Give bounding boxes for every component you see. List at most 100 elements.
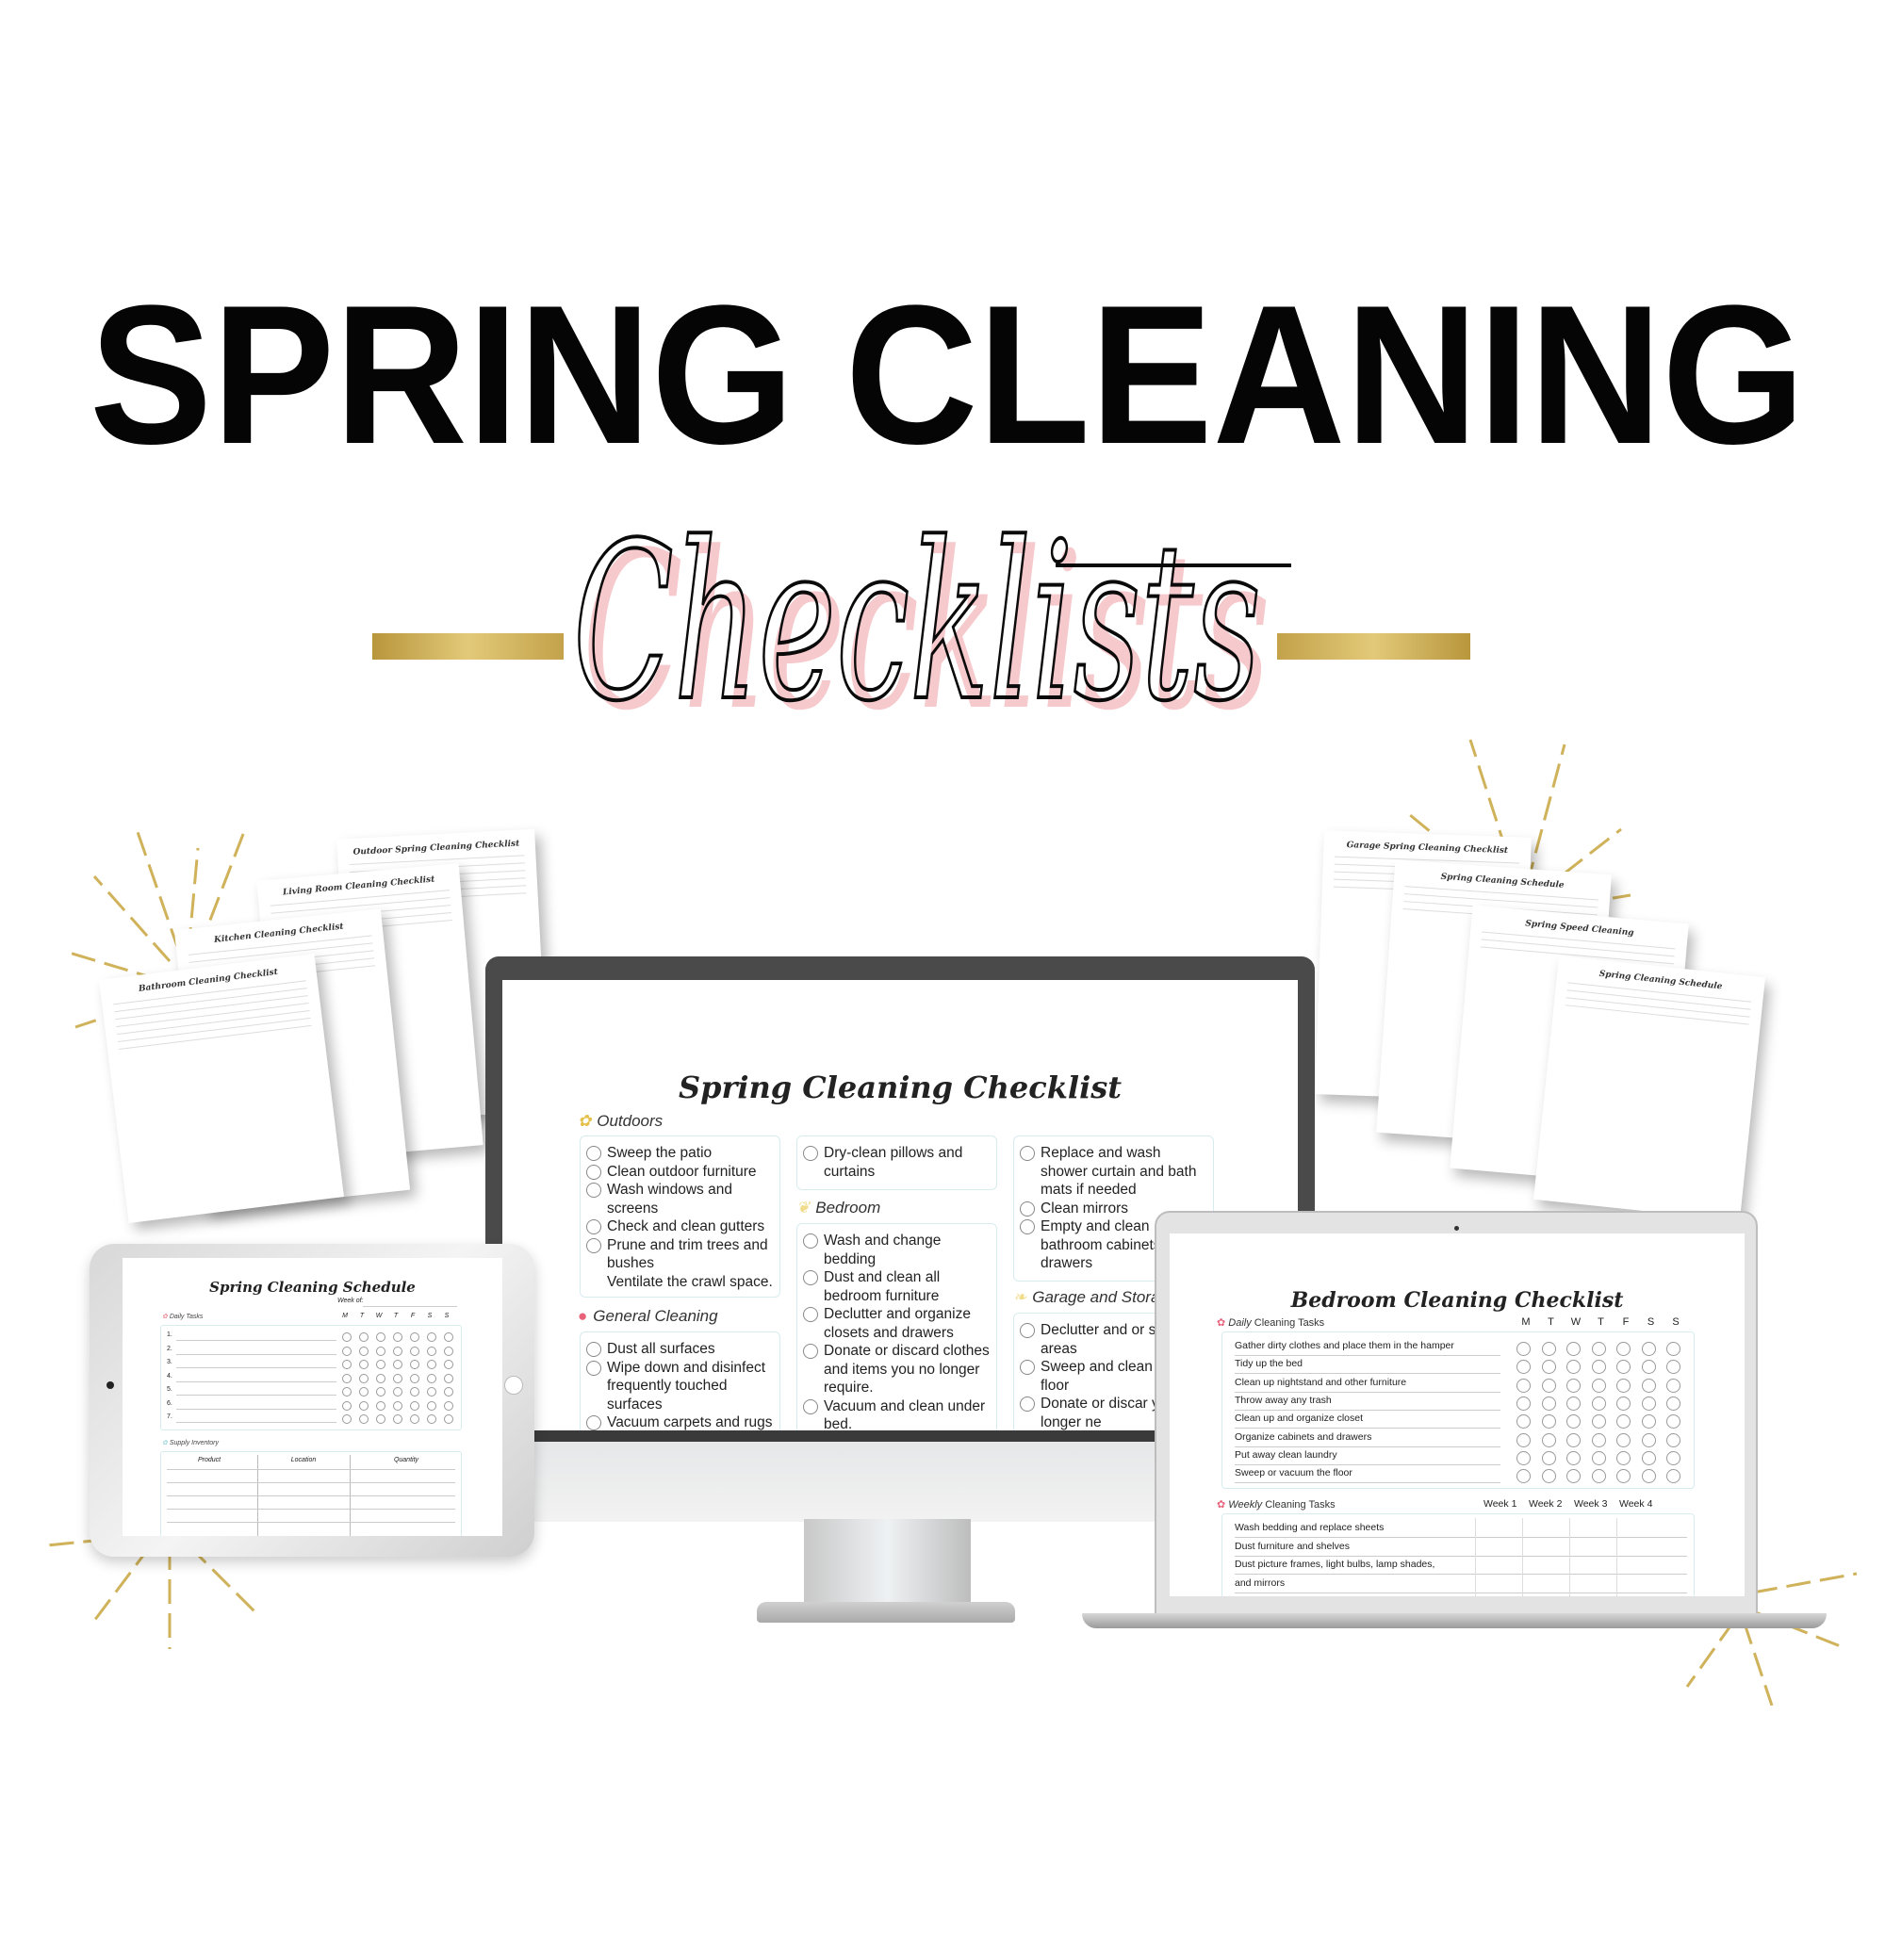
day-checkbox[interactable] — [342, 1400, 352, 1411]
task-line[interactable] — [176, 1380, 336, 1382]
week-column[interactable] — [1475, 1518, 1522, 1596]
day-checkbox[interactable] — [1666, 1360, 1680, 1375]
day-checkbox[interactable] — [1516, 1360, 1531, 1375]
day-checkbox[interactable] — [410, 1400, 419, 1411]
day-checkbox[interactable] — [444, 1332, 453, 1342]
day-checkbox[interactable] — [1641, 1432, 1656, 1447]
day-checkbox[interactable] — [359, 1360, 369, 1369]
day-checkbox[interactable] — [359, 1387, 369, 1396]
day-checkbox[interactable] — [1566, 1360, 1581, 1375]
checklist-item[interactable]: Clean outdoor furniture — [586, 1163, 774, 1182]
day-checkbox[interactable] — [1666, 1342, 1680, 1356]
checkbox-circle-icon[interactable] — [1020, 1146, 1035, 1161]
day-checkbox[interactable] — [393, 1414, 402, 1424]
day-checkbox[interactable] — [1641, 1342, 1656, 1356]
day-checkbox[interactable] — [444, 1387, 453, 1396]
day-checkbox[interactable] — [1591, 1432, 1606, 1447]
day-checkbox[interactable] — [1616, 1342, 1631, 1356]
day-checkbox[interactable] — [427, 1360, 436, 1369]
checkbox-circle-icon[interactable] — [1020, 1200, 1035, 1217]
table-row[interactable] — [167, 1469, 455, 1470]
day-checkbox[interactable] — [1616, 1432, 1631, 1447]
day-checkbox[interactable] — [342, 1346, 352, 1356]
checkbox-circle-icon[interactable] — [1020, 1323, 1035, 1338]
checkbox-circle-icon[interactable] — [586, 1219, 601, 1234]
day-checkbox[interactable] — [1516, 1469, 1531, 1484]
checkbox-circle-icon[interactable] — [1020, 1360, 1035, 1375]
checkbox-circle-icon[interactable] — [586, 1164, 601, 1180]
checkbox-circle-icon[interactable] — [586, 1342, 601, 1357]
day-checkbox[interactable] — [1516, 1396, 1531, 1411]
week-column[interactable] — [1522, 1518, 1569, 1596]
day-checkbox[interactable] — [410, 1414, 419, 1424]
day-checkbox[interactable] — [1641, 1469, 1656, 1484]
checklist-item[interactable]: Vacuum and clean under bed. — [803, 1397, 991, 1430]
day-checkbox[interactable] — [376, 1360, 385, 1369]
checklist-item[interactable]: Prune and trim trees and bushes — [586, 1236, 774, 1273]
day-checkbox[interactable] — [1616, 1414, 1631, 1429]
table-row[interactable] — [167, 1509, 455, 1510]
day-checkbox[interactable] — [1566, 1378, 1581, 1393]
checkbox-circle-icon[interactable] — [586, 1183, 601, 1198]
day-checkbox[interactable] — [359, 1414, 369, 1424]
day-checkbox[interactable] — [1666, 1450, 1680, 1465]
day-checkbox[interactable] — [427, 1414, 436, 1424]
day-checkbox[interactable] — [1641, 1378, 1656, 1393]
day-checkbox[interactable] — [410, 1387, 419, 1396]
day-checkbox[interactable] — [1666, 1414, 1680, 1429]
table-row[interactable] — [167, 1482, 455, 1483]
checkbox-circle-icon[interactable] — [586, 1360, 601, 1376]
checkbox-circle-icon[interactable] — [586, 1415, 601, 1430]
day-checkbox[interactable] — [376, 1346, 385, 1356]
day-checkbox[interactable] — [1516, 1432, 1531, 1447]
day-checkbox[interactable] — [1641, 1360, 1656, 1375]
day-checkbox[interactable] — [393, 1332, 402, 1342]
day-checkbox[interactable] — [410, 1346, 419, 1356]
day-checkbox[interactable] — [393, 1400, 402, 1411]
task-line[interactable] — [176, 1340, 336, 1341]
checkbox-circle-icon[interactable] — [1020, 1396, 1035, 1412]
day-checkbox[interactable] — [1666, 1469, 1680, 1484]
day-checkbox[interactable] — [359, 1332, 369, 1342]
day-checkbox[interactable] — [1541, 1378, 1556, 1393]
week-column[interactable] — [1616, 1518, 1664, 1596]
checklist-item[interactable]: Wash and change bedding — [803, 1232, 991, 1268]
task-line[interactable] — [176, 1353, 336, 1355]
checkbox-circle-icon[interactable] — [1020, 1219, 1035, 1234]
day-checkbox[interactable] — [1541, 1360, 1556, 1375]
day-checkbox[interactable] — [1516, 1414, 1531, 1429]
day-checkbox[interactable] — [1616, 1360, 1631, 1375]
day-checkbox[interactable] — [342, 1387, 352, 1396]
day-checkbox[interactable] — [427, 1400, 436, 1411]
day-checkbox[interactable] — [393, 1373, 402, 1383]
checklist-item[interactable]: Wash windows and screens — [586, 1181, 774, 1217]
day-checkbox[interactable] — [342, 1332, 352, 1342]
day-checkbox[interactable] — [1666, 1432, 1680, 1447]
day-checkbox[interactable] — [1566, 1432, 1581, 1447]
checklist-item[interactable]: Sweep the patio — [586, 1144, 774, 1163]
checkbox-circle-icon[interactable] — [586, 1146, 601, 1161]
table-row[interactable] — [167, 1522, 455, 1523]
day-checkbox[interactable] — [1616, 1450, 1631, 1465]
day-checkbox[interactable] — [342, 1360, 352, 1369]
day-checkbox[interactable] — [342, 1414, 352, 1424]
day-checkbox[interactable] — [376, 1414, 385, 1424]
day-checkbox[interactable] — [1591, 1469, 1606, 1484]
checklist-item[interactable]: Donate or discard clothes and items you … — [803, 1342, 991, 1397]
day-checkbox[interactable] — [427, 1332, 436, 1342]
day-checkbox[interactable] — [1541, 1396, 1556, 1411]
day-checkbox[interactable] — [1541, 1414, 1556, 1429]
checklist-item[interactable]: Check and clean gutters — [586, 1217, 774, 1236]
task-line[interactable] — [176, 1395, 336, 1396]
day-checkbox[interactable] — [1616, 1469, 1631, 1484]
day-checkbox[interactable] — [444, 1400, 453, 1411]
tablet-home-button[interactable] — [504, 1376, 523, 1395]
day-checkbox[interactable] — [1616, 1378, 1631, 1393]
day-checkbox[interactable] — [410, 1360, 419, 1369]
day-checkbox[interactable] — [1591, 1414, 1606, 1429]
day-checkbox[interactable] — [393, 1346, 402, 1356]
day-checkbox[interactable] — [1541, 1432, 1556, 1447]
day-checkbox[interactable] — [427, 1346, 436, 1356]
day-checkbox[interactable] — [444, 1360, 453, 1369]
day-checkbox[interactable] — [393, 1360, 402, 1369]
